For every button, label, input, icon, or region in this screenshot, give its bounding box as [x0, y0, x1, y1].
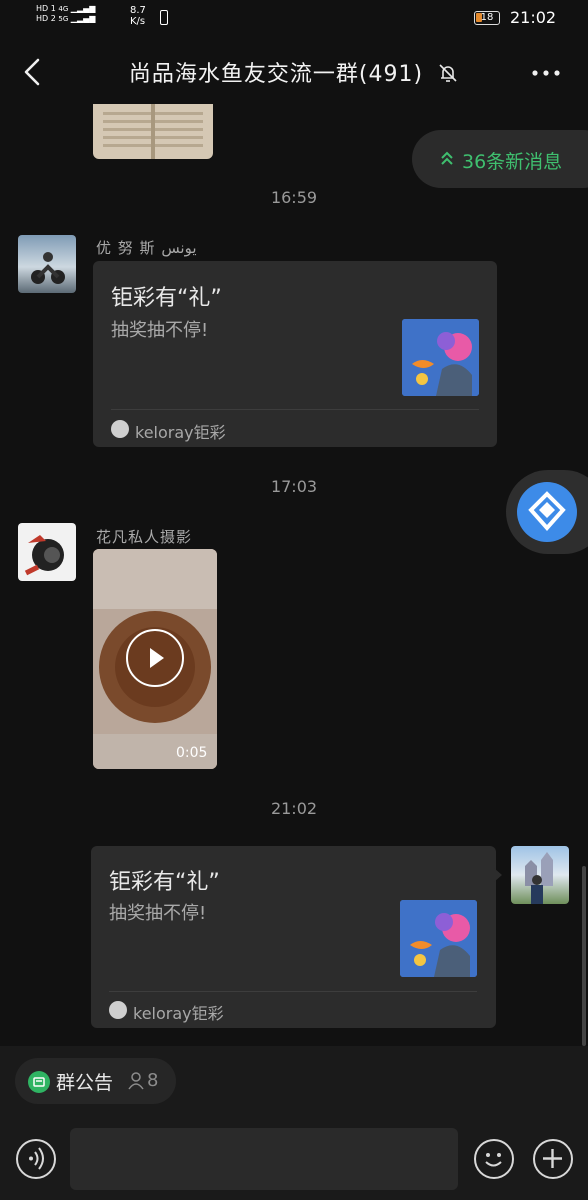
card-desc: 抽奖抽不停! [111, 320, 209, 341]
message-time: 21:02 [270, 799, 318, 818]
new-messages-label: 36条新消息 [462, 151, 563, 173]
double-chevron-up-icon [440, 150, 454, 170]
alert-icon [160, 10, 168, 25]
video-duration: 0:05 [176, 745, 208, 761]
status-bar: HD 1 4G ▁▂▄▆ HD 2 5G ▁▂▄▆ 8.7 K/s 18 21:… [0, 0, 588, 36]
network-indicator: HD 1 4G ▁▂▄▆ HD 2 5G ▁▂▄▆ [36, 4, 96, 23]
avatar-self[interactable] [511, 846, 569, 904]
bubble-tail [494, 868, 502, 882]
app-logo-icon [109, 1001, 127, 1019]
card-title: 钜彩有“礼” [109, 870, 220, 895]
avatar[interactable] [18, 523, 76, 581]
bell-off-icon [439, 64, 457, 82]
scrollbar[interactable] [582, 866, 586, 1046]
smile-icon [485, 1153, 502, 1167]
add-button[interactable] [533, 1139, 573, 1179]
card-thumbnail [402, 319, 479, 396]
group-notice-label: 群公告 [56, 1072, 114, 1094]
card-source: keloray钜彩 [133, 1004, 224, 1023]
message-time: 17:03 [270, 477, 318, 496]
card-title: 钜彩有“礼” [111, 286, 222, 311]
battery-icon: 18 [474, 11, 500, 25]
chat-title: 尚品海水鱼友交流一群(491) [0, 56, 588, 88]
divider [111, 409, 479, 410]
card-desc: 抽奖抽不停! [109, 903, 207, 924]
sender-name: 花凡私人摄影 [96, 528, 193, 546]
notice-icon [28, 1071, 50, 1093]
member-count: 8 [147, 1070, 159, 1091]
more-button[interactable] [528, 58, 568, 88]
app-logo-icon [111, 420, 129, 438]
person-icon [126, 1071, 146, 1095]
play-icon[interactable] [126, 629, 184, 687]
divider [109, 991, 477, 992]
more-dots-icon [532, 70, 560, 76]
avatar[interactable] [18, 235, 76, 293]
plus-icon [543, 1149, 562, 1168]
sender-name: 优 努 斯 يونس [96, 239, 197, 257]
card-source: keloray钜彩 [135, 423, 226, 442]
message-time: 16:59 [270, 188, 318, 207]
network-speed: 8.7 K/s [130, 5, 146, 27]
diamond-logo-icon[interactable] [517, 482, 577, 542]
voice-button[interactable] [16, 1139, 56, 1179]
status-time: 21:02 [510, 8, 557, 27]
message-input[interactable] [70, 1128, 458, 1190]
emoji-button[interactable] [474, 1139, 514, 1179]
card-thumbnail [400, 900, 477, 977]
image-message[interactable] [93, 104, 213, 159]
voice-icon [29, 1147, 44, 1170]
